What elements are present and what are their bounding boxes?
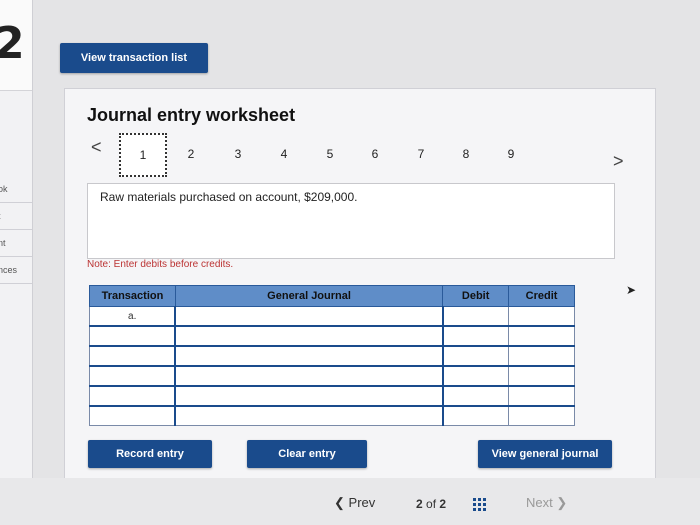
table-row [89, 365, 575, 387]
side-item-2[interactable]: t [0, 203, 32, 230]
side-item-1[interactable]: ok [0, 176, 32, 203]
grid-icon[interactable] [473, 498, 487, 512]
debit-input[interactable] [442, 306, 510, 327]
account-input[interactable] [174, 385, 444, 407]
chevron-right-icon: ❯ [556, 495, 568, 510]
side-item-3[interactable]: nt [0, 230, 32, 257]
step-tab-3[interactable]: 3 [228, 147, 248, 161]
credit-input[interactable] [508, 405, 575, 426]
next-step-arrow-icon[interactable]: > [613, 151, 624, 172]
credit-input[interactable] [508, 385, 575, 407]
step-tab-2[interactable]: 2 [181, 147, 201, 161]
account-input[interactable] [174, 325, 444, 347]
journal-worksheet: Journal entry worksheet < 1 2 3 4 5 6 7 … [64, 88, 656, 480]
chevron-left-icon: ❮ [334, 495, 345, 510]
step-tab-5[interactable]: 5 [320, 147, 340, 161]
table-row [89, 345, 575, 367]
credit-input[interactable] [508, 345, 575, 367]
col-header-debit: Debit [442, 285, 510, 307]
credit-input[interactable] [508, 325, 575, 347]
step-tab-4[interactable]: 4 [274, 147, 294, 161]
view-transaction-list-button[interactable]: View transaction list [60, 43, 208, 73]
question-number: 2 [0, 18, 25, 69]
step-tab-1[interactable]: 1 [119, 133, 167, 177]
account-input[interactable] [174, 306, 444, 327]
transaction-cell [89, 405, 176, 426]
transaction-cell [89, 345, 176, 367]
current-page: 2 [416, 497, 423, 511]
col-header-transaction: Transaction [89, 285, 176, 307]
credit-input[interactable] [508, 306, 575, 327]
transaction-description-box: Raw materials purchased on account, $209… [87, 183, 615, 259]
question-number-panel: 2 [0, 0, 32, 91]
page-indicator: 2 of 2 [416, 497, 446, 511]
table-row: a. [89, 306, 575, 327]
debit-input[interactable] [442, 405, 510, 426]
table-row [89, 405, 575, 426]
credit-input[interactable] [508, 365, 575, 387]
step-tab-6[interactable]: 6 [365, 147, 385, 161]
transaction-cell [89, 325, 176, 347]
col-header-credit: Credit [508, 285, 575, 307]
transaction-cell [89, 385, 176, 407]
prev-label: Prev [348, 495, 376, 510]
debit-input[interactable] [442, 365, 510, 387]
note-text: Note: Enter debits before credits. [87, 259, 234, 270]
prev-button[interactable]: ❮ Prev [334, 495, 375, 511]
left-sidebar: 2 ok t nt nces [0, 0, 33, 525]
total-pages: 2 [439, 497, 447, 511]
transaction-cell [89, 365, 176, 387]
prev-step-arrow-icon[interactable]: < [91, 137, 102, 158]
transaction-cell: a. [89, 306, 176, 327]
clear-entry-button[interactable]: Clear entry [247, 440, 367, 468]
view-general-journal-button[interactable]: View general journal [478, 440, 612, 468]
col-header-general-journal: General Journal [174, 285, 444, 307]
account-input[interactable] [174, 405, 444, 426]
table-row [89, 325, 575, 347]
debit-input[interactable] [442, 385, 510, 407]
account-input[interactable] [174, 365, 444, 387]
journal-table: Transaction General Journal Debit Credit… [89, 285, 575, 426]
record-entry-button[interactable]: Record entry [88, 440, 212, 468]
next-label: Next [526, 495, 553, 510]
table-row [89, 385, 575, 407]
worksheet-title: Journal entry worksheet [87, 105, 296, 125]
transaction-description: Raw materials purchased on account, $209… [100, 190, 358, 204]
side-item-4[interactable]: nces [0, 257, 32, 284]
mouse-cursor-icon: ➤ [626, 283, 637, 297]
page-of-label: of [426, 497, 437, 511]
next-button[interactable]: Next ❯ [526, 495, 567, 511]
step-tab-8[interactable]: 8 [456, 147, 476, 161]
debit-input[interactable] [442, 325, 510, 347]
debit-input[interactable] [442, 345, 510, 367]
step-tab-7[interactable]: 7 [411, 147, 431, 161]
step-tab-9[interactable]: 9 [501, 147, 521, 161]
account-input[interactable] [174, 345, 444, 367]
